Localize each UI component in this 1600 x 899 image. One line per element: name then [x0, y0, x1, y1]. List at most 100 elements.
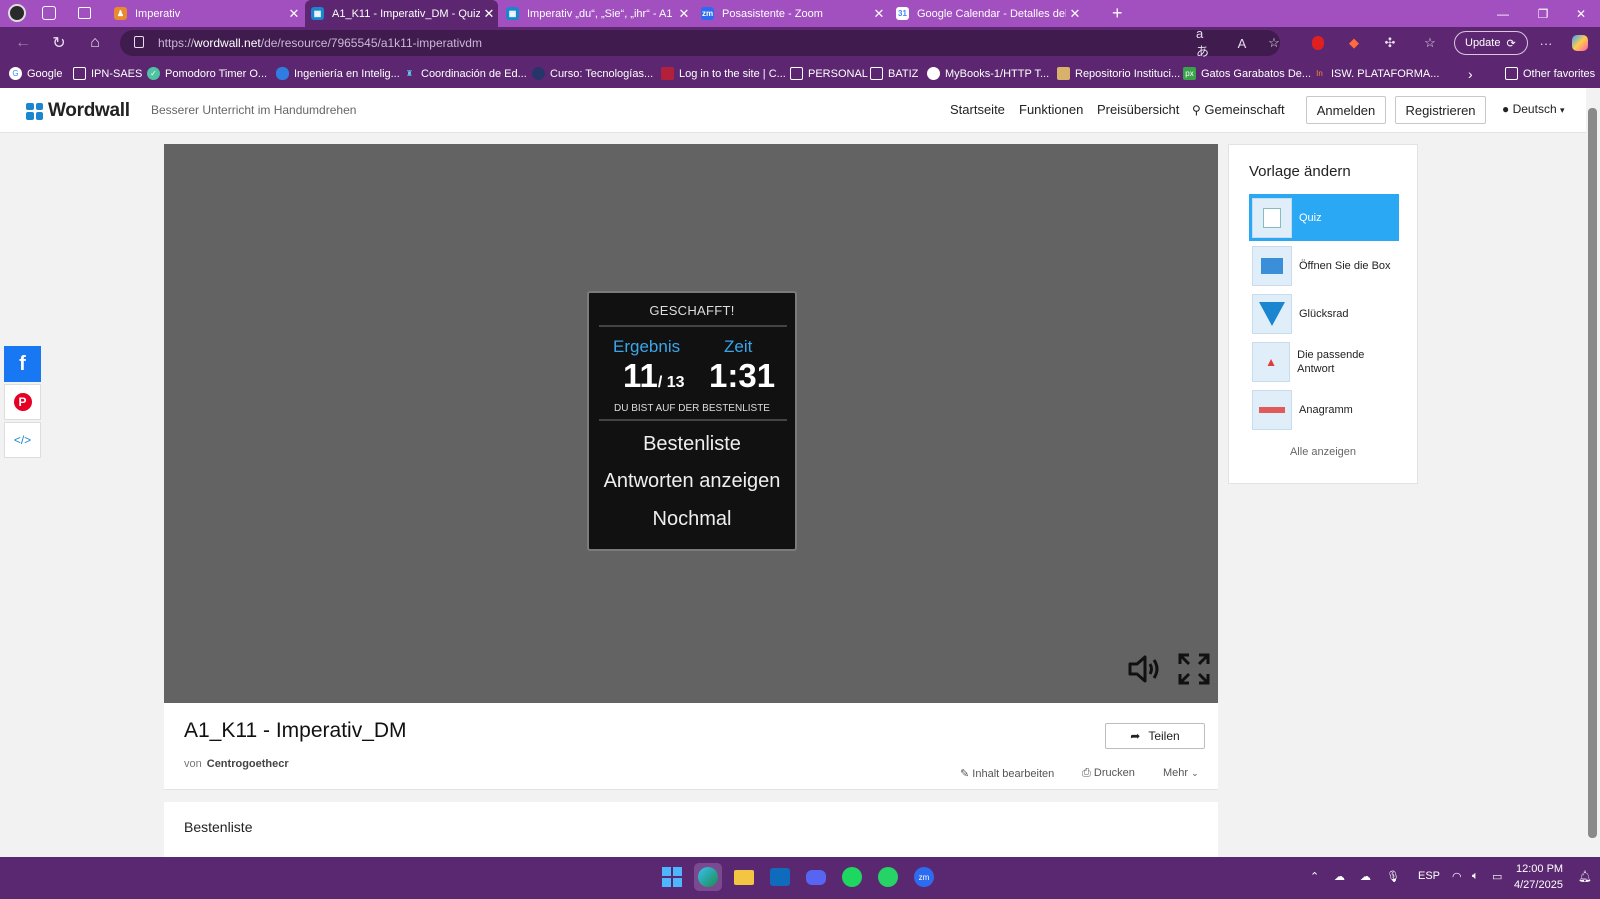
tray-chevron-up-icon[interactable]: ⌃ — [1310, 870, 1319, 883]
edit-content-button[interactable]: ✎ Inhalt bearbeiten — [960, 767, 1054, 780]
register-button[interactable]: Registrieren — [1395, 96, 1486, 124]
menu-preisuebersicht[interactable]: Preisübersicht — [1097, 102, 1179, 117]
bookmark-mybooks[interactable]: MyBooks-1/HTTP T... — [927, 59, 1049, 88]
favorite-star-icon[interactable]: ☆ — [1264, 33, 1284, 53]
notifications-bell-icon[interactable]: 🔔︎ — [1578, 870, 1592, 883]
tab-imperativ-du-sie-ihr[interactable]: ▦ Imperativ „du“, „Sie“, „ihr“ - A1 - G … — [500, 0, 693, 27]
bookmark-personal[interactable]: PERSONAL — [790, 59, 868, 88]
bookmark-batiz[interactable]: BATIZ — [870, 59, 918, 88]
spotify-icon[interactable] — [838, 863, 866, 891]
tray-defender-icon[interactable]: ☁ — [1360, 870, 1371, 883]
more-button[interactable]: Mehr ⌄ — [1163, 767, 1199, 779]
bookmark-ipn-saes[interactable]: IPN-SAES — [73, 59, 142, 88]
volume-icon[interactable] — [1128, 655, 1162, 683]
file-explorer-icon[interactable] — [730, 863, 758, 891]
whatsapp-icon[interactable] — [874, 863, 902, 891]
new-tab-button[interactable]: + — [1112, 3, 1123, 24]
close-tab-icon[interactable]: ✕ — [870, 6, 888, 22]
show-all-templates-link[interactable]: Alle anzeigen — [1229, 446, 1417, 458]
facebook-icon: f — [19, 352, 26, 375]
refresh-icon[interactable]: ↻ — [46, 31, 72, 55]
profile-avatar[interactable] — [8, 4, 26, 22]
translate-icon[interactable]: aあ — [1196, 26, 1216, 59]
menu-funktionen[interactable]: Funktionen — [1019, 102, 1083, 117]
read-aloud-icon[interactable]: A — [1232, 33, 1252, 53]
tab-wordwall-quiz[interactable]: ▦ A1_K11 - Imperativ_DM - Quiz ✕ — [305, 0, 498, 27]
address-bar[interactable]: https://wordwall.net/de/resource/7965545… — [120, 30, 1280, 56]
bookmark-isw[interactable]: In ISW. PLATAFORMA... — [1313, 59, 1439, 88]
template-quiz[interactable]: Quiz — [1249, 194, 1399, 241]
restore-icon[interactable]: ❐ — [1524, 0, 1562, 27]
tab-imperativ[interactable]: ♟ Imperativ ✕ — [108, 0, 303, 27]
minimize-icon[interactable]: — — [1484, 0, 1522, 27]
language-selector[interactable]: ● Deutsch ▾ — [1502, 102, 1565, 116]
bookmark-repositorio[interactable]: Repositorio Instituci... — [1057, 59, 1180, 88]
wifi-icon[interactable]: ◠ — [1452, 870, 1462, 883]
more-menu-icon[interactable]: ··· — [1536, 33, 1556, 53]
bookmark-gatos[interactable]: px Gatos Garabatos De... — [1183, 59, 1311, 88]
extensions-icon[interactable]: ✣ — [1380, 33, 1400, 53]
bookmark-google[interactable]: G Google — [9, 59, 62, 88]
extension-red-icon[interactable] — [1308, 33, 1328, 53]
doc-icon — [73, 67, 86, 80]
show-answers-option[interactable]: Antworten anzeigen — [589, 470, 795, 493]
author-link[interactable]: Centrogoethecr — [207, 758, 289, 770]
bookmarks-overflow-chevron-icon[interactable]: › — [1468, 59, 1473, 88]
zoom-favicon-icon: zm — [701, 7, 714, 20]
pinterest-share-button[interactable]: P — [4, 384, 41, 420]
battery-icon[interactable]: ▭ — [1492, 870, 1502, 883]
close-window-icon[interactable]: ✕ — [1562, 0, 1600, 27]
discord-icon[interactable] — [802, 863, 830, 891]
embed-button[interactable]: </> — [4, 422, 41, 458]
wordwall-logo[interactable]: Wordwall — [26, 100, 130, 122]
bookmark-pomodoro[interactable]: ✓ Pomodoro Timer O... — [147, 59, 267, 88]
windows-start-icon[interactable] — [658, 863, 686, 891]
edge-icon[interactable] — [694, 863, 722, 891]
shield-icon — [661, 67, 674, 80]
login-button[interactable]: Anmelden — [1306, 96, 1386, 124]
scrollbar-thumb[interactable] — [1588, 108, 1597, 838]
back-icon[interactable]: ← — [10, 31, 36, 55]
close-tab-icon[interactable]: ✕ — [480, 6, 498, 22]
template-matching[interactable]: ▲ Die passende Antwort — [1249, 338, 1399, 385]
bookmark-login[interactable]: Log in to the site | C... — [661, 59, 786, 88]
tray-language[interactable]: ESP — [1418, 870, 1440, 882]
bookmark-ingenieria[interactable]: Ingeniería en Intelig... — [276, 59, 400, 88]
tab-google-calendar[interactable]: 31 Google Calendar - Detalles del ev ✕ — [890, 0, 1084, 27]
template-anagram[interactable]: Anagramm — [1249, 386, 1399, 433]
template-wheel[interactable]: Glücksrad — [1249, 290, 1399, 337]
play-again-option[interactable]: Nochmal — [589, 508, 795, 531]
home-icon[interactable]: ⌂ — [82, 31, 108, 55]
update-button[interactable]: Update ⟳ — [1454, 31, 1528, 55]
bookmark-other-favorites[interactable]: Other favorites — [1505, 59, 1595, 88]
workspaces-icon[interactable] — [42, 6, 56, 20]
clock-time[interactable]: 12:00 PM — [1516, 863, 1563, 875]
close-tab-icon[interactable]: ✕ — [675, 6, 693, 22]
tab-zoom[interactable]: zm Posasistente - Zoom ✕ — [695, 0, 888, 27]
tray-mic-icon[interactable]: 🎙︎ — [1386, 870, 1400, 883]
tray-onedrive-icon[interactable]: ☁ — [1334, 870, 1345, 883]
extension-shield-icon[interactable]: ◆ — [1344, 33, 1364, 53]
fullscreen-icon[interactable] — [1178, 653, 1210, 685]
volume-tray-icon[interactable]: 🔈︎ — [1472, 870, 1479, 883]
clock-date[interactable]: 4/27/2025 — [1514, 879, 1563, 891]
leaderboard-card: Bestenliste — [164, 802, 1218, 857]
bookmark-coordinacion[interactable]: ♜ Coordinación de Ed... — [403, 59, 527, 88]
template-open-box[interactable]: Öffnen Sie die Box — [1249, 242, 1399, 289]
tab-actions-icon[interactable] — [78, 7, 91, 19]
collections-icon[interactable]: ☆ — [1420, 33, 1440, 53]
menu-startseite[interactable]: Startseite — [950, 102, 1005, 117]
leaderboard-option[interactable]: Bestenliste — [589, 433, 795, 456]
outlook-icon[interactable] — [766, 863, 794, 891]
divider — [599, 419, 787, 421]
print-button[interactable]: ⎙ Drucken — [1082, 767, 1135, 780]
bookmark-curso[interactable]: Curso: Tecnologías... — [532, 59, 653, 88]
menu-gemeinschaft[interactable]: ⚲ Gemeinschaft — [1192, 102, 1285, 117]
share-button[interactable]: ➦ Teilen — [1105, 723, 1205, 749]
close-tab-icon[interactable]: ✕ — [1066, 6, 1084, 22]
copilot-icon[interactable] — [1570, 33, 1590, 53]
facebook-share-button[interactable]: f — [4, 346, 41, 382]
close-tab-icon[interactable]: ✕ — [285, 6, 303, 22]
zoom-icon[interactable]: zm — [910, 863, 938, 891]
calendar-favicon-icon: 31 — [896, 7, 909, 20]
